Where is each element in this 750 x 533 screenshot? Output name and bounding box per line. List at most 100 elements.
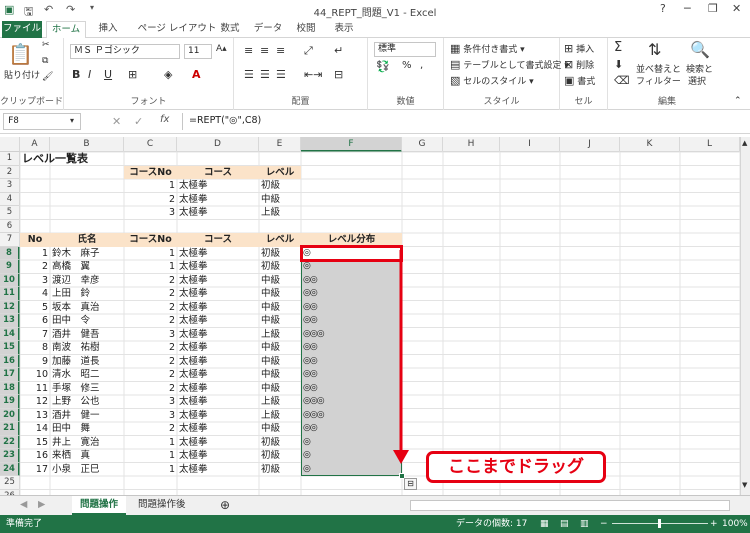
- zoom-level[interactable]: 100%: [722, 515, 748, 533]
- sheet-tab-problem[interactable]: 問題操作: [72, 496, 127, 515]
- course-no-cell[interactable]: 2: [124, 422, 177, 436]
- level-cell[interactable]: 上級: [259, 395, 301, 409]
- name-cell[interactable]: 渡辺 幸彦: [50, 274, 124, 288]
- level-cell[interactable]: 中級: [259, 314, 301, 328]
- sheet-tab-after[interactable]: 問題操作後: [130, 496, 194, 515]
- course-cell[interactable]: 太極拳: [177, 260, 259, 274]
- course-no-cell[interactable]: 3: [124, 409, 177, 423]
- name-cell[interactable]: 清水 昭二: [50, 368, 124, 382]
- course-level-cell[interactable]: 上級: [259, 206, 301, 220]
- sheet-title[interactable]: レベル一覧表: [20, 152, 124, 166]
- level-dist-cell[interactable]: ◎: [301, 260, 402, 274]
- course-no-cell[interactable]: 3: [124, 206, 177, 220]
- level-cell[interactable]: 中級: [259, 341, 301, 355]
- scroll-up-icon[interactable]: ▲: [742, 139, 747, 147]
- main-table-header[interactable]: レベル: [259, 233, 301, 247]
- course-no-cell[interactable]: 2: [124, 193, 177, 207]
- level-dist-cell[interactable]: ◎◎: [301, 287, 402, 301]
- align-middle-icon[interactable]: ≡: [260, 44, 269, 57]
- orientation-icon[interactable]: ⤢: [304, 44, 313, 58]
- format-cells-button[interactable]: ▣ 書式: [564, 74, 595, 87]
- name-cell[interactable]: 井上 寛治: [50, 436, 124, 450]
- level-cell[interactable]: 中級: [259, 301, 301, 315]
- level-cell[interactable]: 初級: [259, 463, 301, 477]
- help-button[interactable]: ?: [660, 2, 666, 15]
- no-cell[interactable]: 7: [20, 328, 50, 342]
- course-no-cell[interactable]: 1: [124, 463, 177, 477]
- name-cell[interactable]: 坂本 真治: [50, 301, 124, 315]
- course-cell[interactable]: 太極拳: [177, 328, 259, 342]
- tab-formulas[interactable]: 数式: [212, 21, 248, 38]
- tab-insert[interactable]: 挿入: [90, 21, 126, 38]
- level-dist-cell[interactable]: ◎◎: [301, 354, 402, 368]
- no-cell[interactable]: 5: [20, 301, 50, 315]
- level-cell[interactable]: 初級: [259, 247, 301, 261]
- format-painter-icon[interactable]: 🖌: [42, 72, 53, 82]
- font-name-select[interactable]: ＭＳ Ｐゴシック: [70, 44, 180, 59]
- course-no-cell[interactable]: 1: [124, 436, 177, 450]
- course-no-cell[interactable]: 1: [124, 260, 177, 274]
- zoom-slider-thumb[interactable]: [658, 519, 661, 528]
- level-cell[interactable]: 初級: [259, 449, 301, 463]
- new-sheet-icon[interactable]: ⊕: [212, 496, 238, 515]
- course-table-header[interactable]: レベル: [259, 165, 301, 179]
- no-cell[interactable]: 1: [20, 247, 50, 261]
- no-cell[interactable]: 2: [20, 260, 50, 274]
- italic-button[interactable]: I: [88, 68, 91, 81]
- no-cell[interactable]: 10: [20, 368, 50, 382]
- course-cell[interactable]: 太極拳: [177, 301, 259, 315]
- align-top-icon[interactable]: ≡: [244, 44, 253, 57]
- normal-view-icon[interactable]: ▦: [540, 515, 549, 533]
- level-cell[interactable]: 中級: [259, 274, 301, 288]
- bold-button[interactable]: B: [72, 68, 80, 81]
- course-name-cell[interactable]: 太極拳: [177, 206, 259, 220]
- level-cell[interactable]: 中級: [259, 382, 301, 396]
- paste-icon[interactable]: 📋: [8, 42, 33, 66]
- course-cell[interactable]: 太極拳: [177, 247, 259, 261]
- level-dist-cell[interactable]: ◎◎◎: [301, 395, 402, 409]
- insert-cells-button[interactable]: ⊞ 挿入: [564, 42, 594, 55]
- level-dist-cell[interactable]: ◎: [301, 435, 402, 449]
- level-dist-cell[interactable]: ◎◎: [301, 381, 402, 395]
- page-break-view-icon[interactable]: ▥: [580, 515, 589, 533]
- restore-button[interactable]: ❐: [708, 2, 718, 15]
- course-cell[interactable]: 太極拳: [177, 436, 259, 450]
- cut-icon[interactable]: ✂: [42, 40, 50, 50]
- align-left-icon[interactable]: ☰: [244, 68, 254, 81]
- number-format-select[interactable]: 標準: [374, 42, 436, 57]
- course-cell[interactable]: 太極拳: [177, 409, 259, 423]
- no-cell[interactable]: 17: [20, 463, 50, 477]
- level-cell[interactable]: 上級: [259, 409, 301, 423]
- level-dist-cell[interactable]: ◎◎: [301, 300, 402, 314]
- comma-icon[interactable]: ,: [420, 60, 423, 71]
- course-cell[interactable]: 太極拳: [177, 368, 259, 382]
- course-no-cell[interactable]: 2: [124, 314, 177, 328]
- name-cell[interactable]: 田中 令: [50, 314, 124, 328]
- no-cell[interactable]: 12: [20, 395, 50, 409]
- align-bottom-icon[interactable]: ≡: [276, 44, 285, 57]
- course-no-cell[interactable]: 3: [124, 328, 177, 342]
- level-dist-cell[interactable]: ◎◎: [301, 368, 402, 382]
- no-cell[interactable]: 6: [20, 314, 50, 328]
- tab-data[interactable]: データ: [250, 21, 286, 38]
- name-cell[interactable]: 手塚 修三: [50, 382, 124, 396]
- course-table-header[interactable]: コース: [177, 165, 259, 179]
- level-cell[interactable]: 上級: [259, 328, 301, 342]
- course-cell[interactable]: 太極拳: [177, 355, 259, 369]
- main-table-header[interactable]: 氏名: [50, 233, 124, 247]
- level-dist-cell[interactable]: ◎◎◎: [301, 408, 402, 422]
- percent-button[interactable]: %: [402, 60, 412, 71]
- name-cell[interactable]: 酒井 健吾: [50, 328, 124, 342]
- zoom-out-icon[interactable]: −: [600, 515, 608, 533]
- name-cell[interactable]: 上田 鈴: [50, 287, 124, 301]
- level-dist-cell[interactable]: ◎: [301, 462, 402, 476]
- no-cell[interactable]: 15: [20, 436, 50, 450]
- border-icon[interactable]: ⊞: [128, 68, 137, 81]
- course-cell[interactable]: 太極拳: [177, 395, 259, 409]
- course-cell[interactable]: 太極拳: [177, 422, 259, 436]
- name-cell[interactable]: 上野 公也: [50, 395, 124, 409]
- worksheet-grid[interactable]: ABCDEFGHIJKL 1 2 3 4 5 6 7 8 9 10 11 12 13 14 15 16 17 18…: [0, 137, 740, 495]
- course-no-cell[interactable]: 1: [124, 179, 177, 193]
- horizontal-scrollbar[interactable]: [410, 500, 730, 511]
- level-cell[interactable]: 初級: [259, 436, 301, 450]
